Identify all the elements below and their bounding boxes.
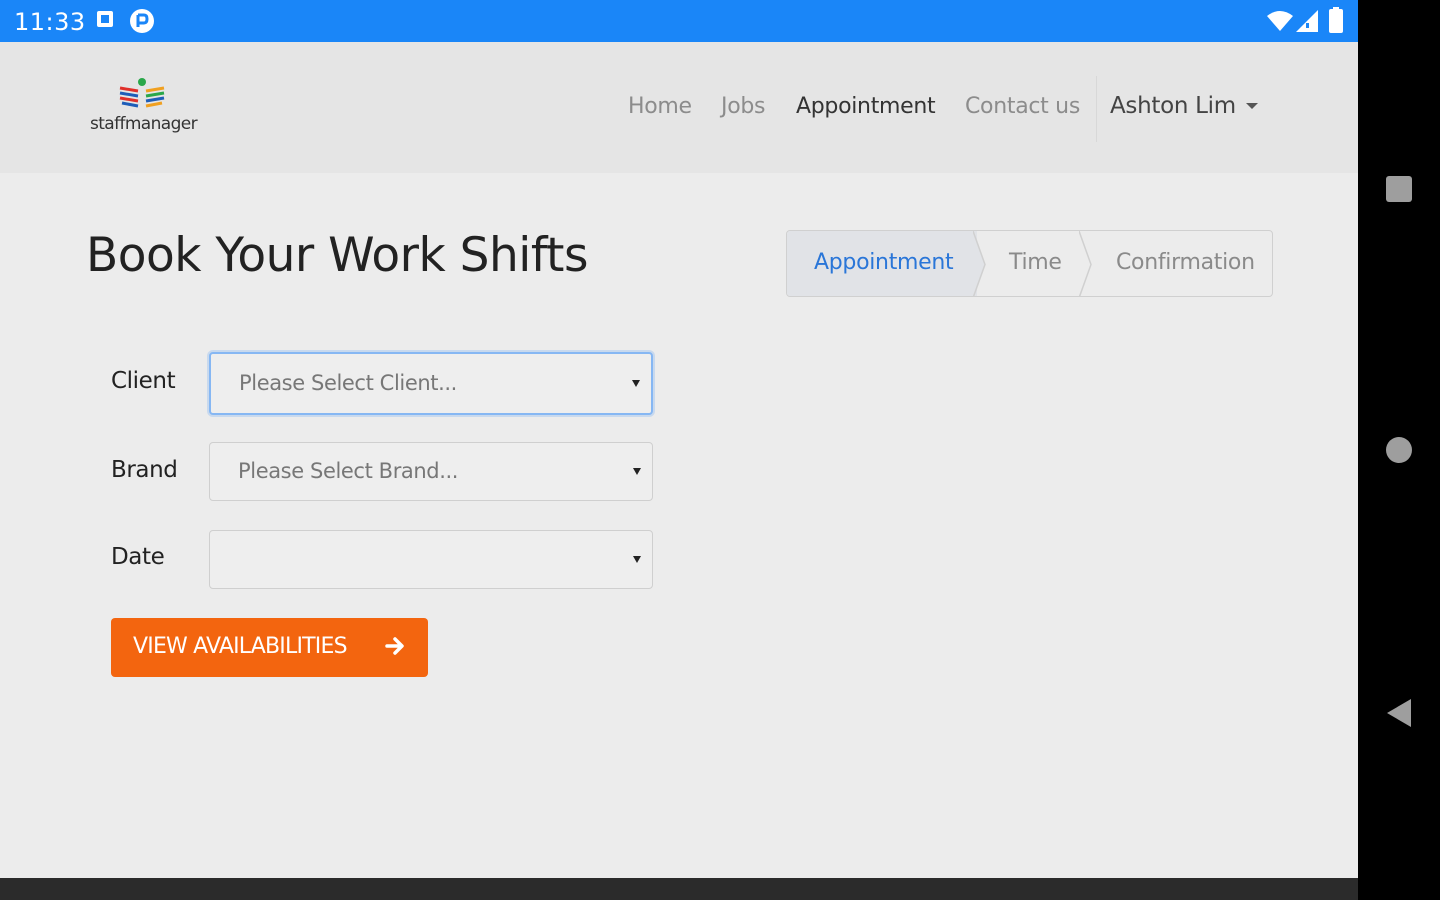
step-time: Time [1009,250,1062,275]
arrow-right-icon [385,637,404,655]
staffmanager-logo[interactable]: staffmanager [86,76,201,138]
dropdown-arrow-icon [633,556,641,563]
client-select[interactable]: Please Select Client... [209,352,653,415]
date-select[interactable] [209,530,653,589]
view-availabilities-button[interactable]: VIEW AVAILABILITIES [111,618,428,677]
home-icon[interactable] [1386,437,1412,463]
wifi-icon [1267,11,1293,31]
top-navbar: staffmanager Home Jobs Appointment Conta… [0,42,1358,173]
pocket-notification-icon [130,9,154,33]
date-label: Date [111,544,165,570]
battery-icon [1329,7,1343,33]
recents-icon[interactable] [1386,176,1412,202]
nav-link-home[interactable]: Home [628,94,692,119]
system-navigation-bar [1358,0,1440,900]
booking-steps: Appointment Time Confirmation [786,230,1273,297]
logo-mark-icon [119,78,165,108]
nav-link-appointment[interactable]: Appointment [796,94,936,119]
client-select-placeholder: Please Select Client... [239,371,457,395]
step-appointment: Appointment [814,250,954,275]
nav-divider [1096,76,1097,142]
user-menu-toggle[interactable]: Ashton Lim [1110,93,1236,119]
app-screen: 11:33 staffmanager Home Jobs Appointment… [0,0,1358,900]
view-availabilities-label: VIEW AVAILABILITIES [133,634,348,659]
step-separator-icon [973,231,986,296]
dropdown-arrow-icon [633,468,641,475]
signal-icon [1296,10,1318,32]
step-separator-icon [1079,231,1092,296]
back-icon[interactable] [1385,698,1413,728]
chevron-down-icon[interactable] [1246,103,1258,109]
dropdown-arrow-icon [632,380,640,387]
logo-text: staffmanager [89,114,198,134]
page-title: Book Your Work Shifts [86,228,588,283]
photo-notification-icon [97,11,113,27]
brand-select-placeholder: Please Select Brand... [238,459,459,483]
status-bar: 11:33 [0,0,1358,42]
nav-link-jobs[interactable]: Jobs [721,94,765,119]
nav-link-contact-us[interactable]: Contact us [965,94,1080,119]
bottom-bar [0,878,1358,900]
client-label: Client [111,368,176,394]
brand-select[interactable]: Please Select Brand... [209,442,653,501]
step-confirmation: Confirmation [1116,250,1255,275]
brand-label: Brand [111,457,178,483]
status-time: 11:33 [14,8,86,36]
